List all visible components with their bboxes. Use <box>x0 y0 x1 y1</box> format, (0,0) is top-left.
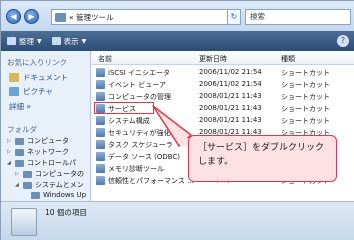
folder-icon <box>23 170 32 178</box>
documents-icon <box>9 73 19 82</box>
refresh-button[interactable]: ↻ <box>227 9 241 25</box>
expand-icon: ▷ <box>7 149 11 155</box>
favorites-title: お気に入りリンク <box>7 58 67 67</box>
collapse-icon: ◢ <box>15 182 19 188</box>
help-icon[interactable]: ? <box>337 35 349 47</box>
pictures-icon <box>9 87 19 96</box>
admin-tools-icon <box>11 208 37 236</box>
shortcut-icon <box>96 80 105 89</box>
collapse-icon: ◢ <box>7 160 11 166</box>
details-link[interactable]: 詳細 » <box>9 101 31 112</box>
shortcut-icon <box>96 152 105 161</box>
tree-item-network[interactable]: ▷ ネットワーク <box>7 147 69 157</box>
toolbar: 整理 ▼ 表示 ▼ ? <box>1 31 354 51</box>
organize-button[interactable]: 整理 ▼ <box>7 36 42 47</box>
list-header: 名前 更新日時 種類 <box>92 51 354 65</box>
column-date[interactable]: 更新日時 <box>199 54 227 64</box>
column-kind[interactable]: 種類 <box>281 54 295 64</box>
table-row[interactable]: コンピュータの管理 2008/01/21 11:43 ショートカット <box>92 91 354 102</box>
tree-item-system-maintenance[interactable]: ◢ システムとメン <box>15 180 84 190</box>
folder-icon <box>55 12 66 22</box>
address-path: « 管理ツール <box>69 12 114 22</box>
expand-icon: ▷ <box>15 171 19 177</box>
status-bar: 10 個の項目 <box>1 201 354 240</box>
shortcut-icon <box>96 92 105 101</box>
callout-text: ［サービス］をダブルクリックします。 <box>198 143 325 167</box>
back-button[interactable]: ◀ <box>6 9 21 24</box>
network-icon <box>15 148 24 156</box>
control-panel-icon <box>15 159 24 167</box>
expand-icon: ▷ <box>7 138 11 144</box>
shortcut-icon <box>96 116 105 125</box>
tree-item-windows-update[interactable]: Windows Up <box>23 191 86 199</box>
folder-icon <box>23 181 32 189</box>
address-bar-row: ◀ ▶ « 管理ツール ↻ 検索 <box>1 1 354 31</box>
column-name[interactable]: 名前 <box>98 54 112 64</box>
search-input[interactable]: 検索 <box>245 9 351 25</box>
navigation-pane: お気に入りリンク ドキュメント ピクチャ 詳細 » フォルダ ▷ コンピュータ … <box>1 51 91 201</box>
view-button[interactable]: 表示 ▼ <box>51 36 87 47</box>
tree-item-control-panel[interactable]: ◢ コントロールパ <box>7 158 76 168</box>
table-row[interactable]: iSCSI イニシエータ 2006/11/02 21:54 ショートカット <box>92 67 354 78</box>
organize-icon <box>7 37 16 45</box>
favorite-pictures[interactable]: ピクチャ <box>9 86 53 97</box>
shortcut-icon <box>96 140 105 149</box>
folder-icon <box>31 191 40 199</box>
address-box[interactable]: « 管理ツール <box>51 9 231 25</box>
computer-icon <box>15 137 24 145</box>
tree-item-computer[interactable]: ▷ コンピュータ <box>7 136 69 146</box>
forward-button[interactable]: ▶ <box>24 9 39 24</box>
favorite-documents[interactable]: ドキュメント <box>9 72 68 83</box>
chevron-down-icon: ▼ <box>81 37 87 45</box>
instruction-callout: ［サービス］をダブルクリックします。 <box>188 135 337 182</box>
view-icon <box>51 37 61 45</box>
item-count: 10 個の項目 <box>45 208 87 217</box>
table-row[interactable]: システム構成 2008/01/21 11:43 ショートカット <box>92 115 354 126</box>
services-highlight-box <box>94 102 154 114</box>
chevron-down-icon: ▼ <box>37 37 42 45</box>
tree-item-computer-cp[interactable]: ▷ コンピュータの <box>15 169 84 179</box>
explorer-window: ◀ ▶ « 管理ツール ↻ 検索 整理 ▼ 表示 ▼ ? お気に入りリンク ドキ… <box>0 0 354 240</box>
shortcut-icon <box>96 164 105 173</box>
shortcut-icon <box>96 128 105 137</box>
table-row[interactable]: イベント ビューア 2006/11/02 21:54 ショートカット <box>92 79 354 90</box>
folders-label[interactable]: フォルダ <box>7 124 37 135</box>
shortcut-icon <box>96 176 105 185</box>
shortcut-icon <box>96 68 105 77</box>
